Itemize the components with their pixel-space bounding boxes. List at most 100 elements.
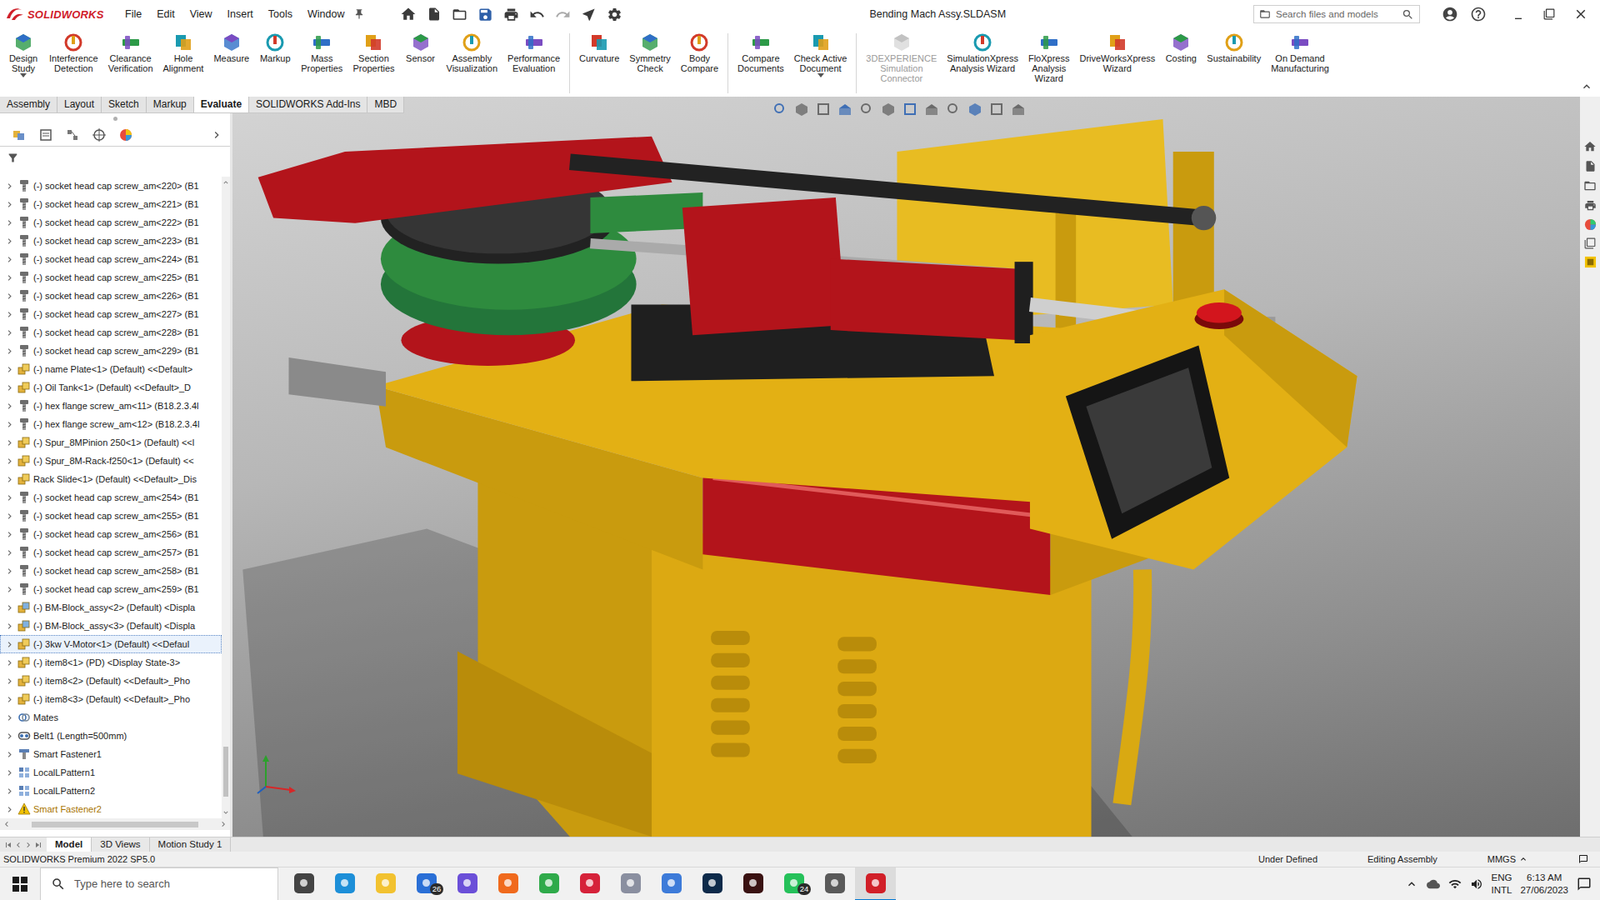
search-icon[interactable]: [1401, 8, 1415, 21]
taskbar-app[interactable]: [855, 867, 896, 900]
expand-arrow-icon[interactable]: [4, 749, 15, 760]
menu-item[interactable]: Window: [300, 5, 351, 23]
expand-arrow-icon[interactable]: [4, 254, 15, 265]
taskbar-app[interactable]: [650, 867, 692, 900]
tree-row[interactable]: (-) socket head cap screw_am<259> (B1: [0, 580, 222, 599]
taskbar-app[interactable]: [283, 867, 325, 900]
ribbon-button[interactable]: On DemandManufacturing: [1266, 31, 1334, 74]
expand-arrow-icon[interactable]: [4, 455, 15, 467]
command-tab[interactable]: Layout: [57, 96, 102, 113]
appearances-icon[interactable]: [1584, 218, 1597, 231]
model-render[interactable]: [232, 96, 1580, 837]
solidworks-forum-icon[interactable]: [1584, 255, 1597, 269]
tree-row[interactable]: Mates: [0, 708, 222, 727]
tree-row[interactable]: (-) Spur_8M-Rack-f250<1> (Default) <<: [0, 451, 222, 470]
ribbon-button[interactable]: HoleAlignment: [159, 31, 209, 74]
expand-arrow-icon[interactable]: [4, 565, 15, 577]
volume-icon[interactable]: [1470, 877, 1484, 891]
ribbon-button[interactable]: BodyCompare: [676, 31, 723, 74]
expand-arrow-icon[interactable]: [4, 309, 15, 320]
expand-arrow-icon[interactable]: [4, 474, 15, 485]
ribbon-button[interactable]: 3DEXPERIENCESimulationConnector: [861, 31, 941, 84]
tree-row[interactable]: (-) BM-Block_assy<3> (Default) <Displa: [0, 616, 222, 635]
ribbon-button[interactable]: PerformanceEvaluation: [503, 31, 565, 74]
expand-arrow-icon[interactable]: [4, 437, 15, 449]
expand-arrow-icon[interactable]: [4, 382, 15, 394]
filter-icon[interactable]: [6, 151, 20, 165]
view-tool-icon[interactable]: [945, 101, 961, 117]
expand-arrow-icon[interactable]: [4, 364, 15, 375]
command-tab[interactable]: Assembly: [0, 96, 58, 113]
expand-arrow-icon[interactable]: [4, 657, 15, 669]
expand-arrow-icon[interactable]: [4, 199, 15, 210]
view-tool-icon[interactable]: [880, 101, 896, 117]
tree-row[interactable]: LocalLPattern1: [0, 763, 222, 782]
tree-row[interactable]: (-) socket head cap screw_am<257> (B1: [0, 543, 222, 562]
ribbon-button[interactable]: DriveWorksXpressWizard: [1075, 31, 1160, 74]
restore-icon[interactable]: [1543, 8, 1555, 20]
first-tab-icon[interactable]: [3, 840, 14, 850]
view-tool-icon[interactable]: [1010, 101, 1026, 117]
expand-arrow-icon[interactable]: [4, 804, 15, 815]
dropdown-arrow-icon[interactable]: [20, 73, 27, 78]
ribbon-button[interactable]: Curvature: [575, 31, 624, 64]
property-manager-icon[interactable]: [38, 127, 54, 143]
tree-row[interactable]: (-) socket head cap screw_am<258> (B1: [0, 561, 222, 580]
view-tool-icon[interactable]: [989, 101, 1005, 117]
taskbar-search[interactable]: Type here to search: [40, 867, 279, 900]
tree-row[interactable]: (-) socket head cap screw_am<226> (B1: [0, 286, 222, 305]
hidden-icons-icon[interactable]: [1405, 877, 1419, 891]
expand-arrow-icon[interactable]: [4, 712, 15, 724]
scroll-down-icon[interactable]: [221, 808, 230, 817]
model-tab[interactable]: Model: [46, 837, 92, 852]
tree-row[interactable]: (-) Spur_8MPinion 250<1> (Default) <<l: [0, 433, 222, 452]
search-scope-icon[interactable]: [1259, 8, 1271, 20]
tree-row[interactable]: (-) hex flange screw_am<12> (B18.2.3.4l: [0, 415, 222, 434]
expand-arrow-icon[interactable]: [4, 675, 15, 687]
expand-arrow-icon[interactable]: [4, 290, 15, 302]
expand-arrow-icon[interactable]: [4, 547, 15, 559]
taskbar-app[interactable]: 26: [405, 867, 447, 900]
taskbar-app[interactable]: [528, 867, 570, 900]
menu-item[interactable]: View: [183, 5, 220, 23]
vertical-scrollbar[interactable]: [221, 176, 230, 819]
configuration-manager-icon[interactable]: [65, 127, 80, 143]
tree-row[interactable]: (-) socket head cap screw_am<227> (B1: [0, 305, 222, 324]
notifications-icon[interactable]: [1578, 854, 1589, 865]
user-icon[interactable]: [1441, 5, 1459, 23]
tree-row[interactable]: Smart Fastener1: [0, 745, 222, 764]
close-icon[interactable]: [1573, 6, 1589, 22]
taskbar-app[interactable]: [324, 867, 365, 900]
start-button[interactable]: [0, 867, 40, 900]
expand-arrow-icon[interactable]: [4, 235, 15, 247]
last-tab-icon[interactable]: [33, 840, 44, 850]
ribbon-button[interactable]: ClearanceVerification: [104, 31, 158, 74]
more-tabs-icon[interactable]: [210, 128, 224, 142]
view-tool-icon[interactable]: [772, 101, 788, 117]
resources-icon[interactable]: [1583, 140, 1597, 154]
command-tab[interactable]: Markup: [146, 96, 195, 113]
minimize-icon[interactable]: [1511, 7, 1525, 21]
tree-row[interactable]: (-) socket head cap screw_am<222> (B1: [0, 213, 222, 232]
tree-row[interactable]: (-) socket head cap screw_am<255> (B1: [0, 506, 222, 525]
tree-row[interactable]: (-) item8<3> (Default) <<Default>_Pho: [0, 690, 222, 709]
search-box[interactable]: [1253, 5, 1420, 24]
expand-arrow-icon[interactable]: [4, 694, 15, 705]
app-logo[interactable]: SOLIDWORKS: [5, 6, 114, 22]
next-tab-icon[interactable]: [23, 840, 34, 850]
ribbon-button[interactable]: Measure: [209, 31, 254, 64]
clock[interactable]: 6:13 AM27/06/2023: [1520, 871, 1569, 897]
expand-arrow-icon[interactable]: [4, 639, 15, 650]
command-tab[interactable]: Sketch: [101, 96, 147, 113]
ribbon-button[interactable]: SymmetryCheck: [625, 31, 675, 74]
ribbon-button[interactable]: SimulationXpressAnalysis Wizard: [942, 31, 1023, 74]
ribbon-button[interactable]: Costing: [1160, 31, 1201, 64]
tree-row[interactable]: (-) socket head cap screw_am<229> (B1: [0, 341, 222, 360]
custom-properties-icon[interactable]: [1584, 237, 1596, 250]
taskbar-app[interactable]: 24: [773, 867, 815, 900]
ribbon-button[interactable]: Markup: [255, 31, 295, 64]
ribbon-button[interactable]: FloXpressAnalysisWizard: [1024, 31, 1075, 84]
print-icon[interactable]: [503, 6, 520, 23]
scroll-up-icon[interactable]: [221, 178, 230, 187]
previous-tab-icon[interactable]: [13, 840, 24, 850]
